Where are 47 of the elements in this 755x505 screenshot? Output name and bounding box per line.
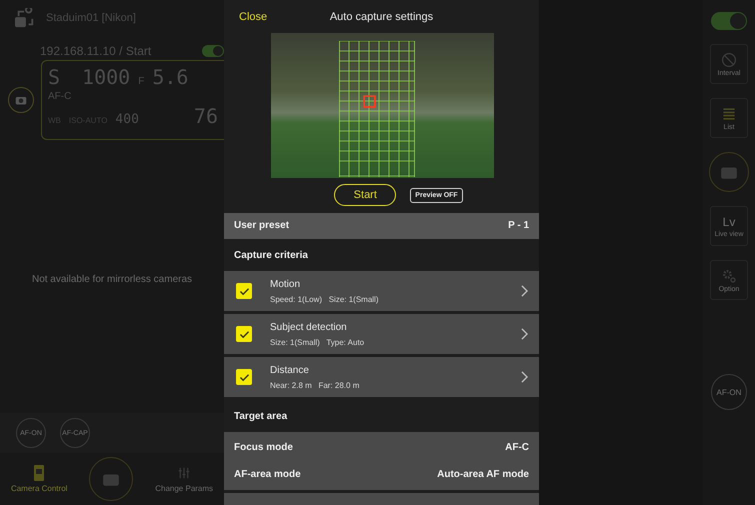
criteria-row[interactable]: Distance Near: 2.8 m Far: 28.0 m	[224, 357, 539, 398]
dialog-title: Auto capture settings	[330, 10, 434, 23]
bottom-tab[interactable]: Camera Control	[10, 484, 68, 493]
camera-control-icon	[33, 465, 46, 481]
user-preset-row[interactable]: User preset P - 1	[224, 212, 539, 239]
checkbox[interactable]	[236, 369, 252, 386]
row-value: AF-C	[505, 442, 529, 454]
start-button[interactable]: Start	[334, 184, 396, 206]
close-button[interactable]: Close	[239, 10, 268, 23]
criteria-row[interactable]: Motion Speed: 1(Low) Size: 1(Small)	[224, 271, 539, 312]
subject-box-icon	[363, 95, 376, 108]
af-button[interactable]: AF-ON	[711, 374, 747, 410]
connection-toggle[interactable]	[202, 45, 224, 57]
criteria-title: Distance	[270, 364, 310, 376]
prohibit-icon	[721, 52, 737, 68]
row-label: User preset	[234, 220, 290, 232]
unavailable-message: Not available for mirrorless cameras	[32, 274, 192, 287]
checkbox[interactable]	[236, 326, 252, 342]
criteria-title: Motion	[270, 278, 302, 290]
shutter-button[interactable]	[709, 152, 749, 192]
checkmark-icon	[238, 330, 250, 339]
row-value: P - 1	[508, 220, 529, 232]
section-heading: Capture criteria	[234, 250, 308, 261]
row-label: AF-area mode	[234, 469, 301, 480]
section-heading: Target area	[234, 410, 288, 422]
checkmark-icon	[238, 372, 250, 382]
group-camera-icon	[14, 8, 36, 28]
criteria-row[interactable]: Subject detection Size: 1(Small) Type: Auto	[224, 314, 539, 354]
chevron-right-icon	[521, 328, 528, 340]
bottom-tab[interactable]: Change Params	[155, 484, 214, 493]
checkmark-icon	[238, 286, 250, 296]
criteria-details: Size: 1(Small) Type: Auto	[270, 338, 366, 347]
gear-icon	[721, 268, 737, 284]
side-toggle[interactable]	[711, 12, 747, 30]
chevron-right-icon	[521, 285, 528, 298]
sliders-icon	[178, 465, 190, 481]
row-value: Auto-area AF mode	[437, 469, 529, 480]
shutter-button[interactable]	[89, 457, 134, 501]
criteria-title: Subject detection	[270, 322, 348, 333]
camera-button[interactable]	[8, 87, 34, 113]
row-label: Focus mode	[234, 442, 293, 454]
settings-row[interactable]	[224, 493, 539, 505]
criteria-details: Near: 2.8 m Far: 28.0 m	[270, 380, 360, 390]
criteria-details: Speed: 1(Low) Size: 1(Small)	[270, 294, 380, 304]
chevron-right-icon	[521, 371, 528, 384]
list-icon	[721, 106, 737, 122]
checkbox[interactable]	[236, 283, 252, 300]
